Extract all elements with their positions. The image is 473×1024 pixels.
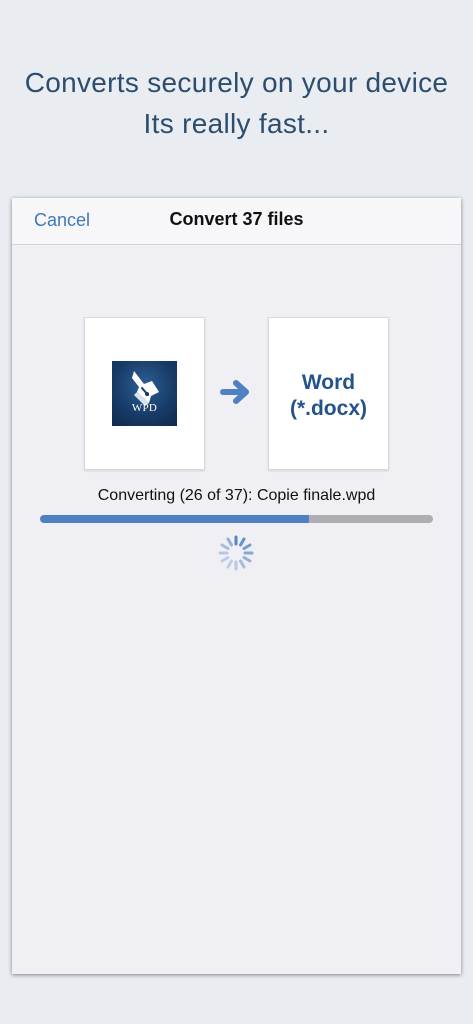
target-format-card: Word (*.docx) — [268, 317, 389, 470]
page-title: Convert 37 files — [169, 209, 304, 229]
right-arrow-icon — [220, 380, 249, 404]
wpd-logo: WPD — [112, 361, 177, 426]
conversion-sheet: Cancel Convert 37 files WPD Word (*.docx… — [12, 198, 461, 974]
loading-spinner-icon — [218, 535, 254, 571]
conversion-progress-bar — [40, 515, 433, 523]
conversion-status: Converting (26 of 37): Copie finale.wpd — [97, 487, 376, 504]
promo-line-fast: Its really fast... — [143, 108, 330, 139]
wpd-logo-text: WPD — [131, 402, 158, 414]
target-format-name: Word — [301, 371, 356, 394]
promo-line-secure: Converts securely on your device — [24, 67, 449, 98]
promo-text: Converts securely on your device Its rea… — [0, 62, 473, 144]
target-format-extension: (*.docx) — [289, 397, 367, 420]
navigation-bar: Cancel Convert 37 files — [12, 198, 461, 245]
target-format-label: Word (*.docx) — [269, 370, 388, 422]
fountain-pen-icon — [132, 371, 159, 406]
conversion-progress-fill — [40, 515, 309, 523]
source-file-card: WPD — [84, 317, 205, 470]
